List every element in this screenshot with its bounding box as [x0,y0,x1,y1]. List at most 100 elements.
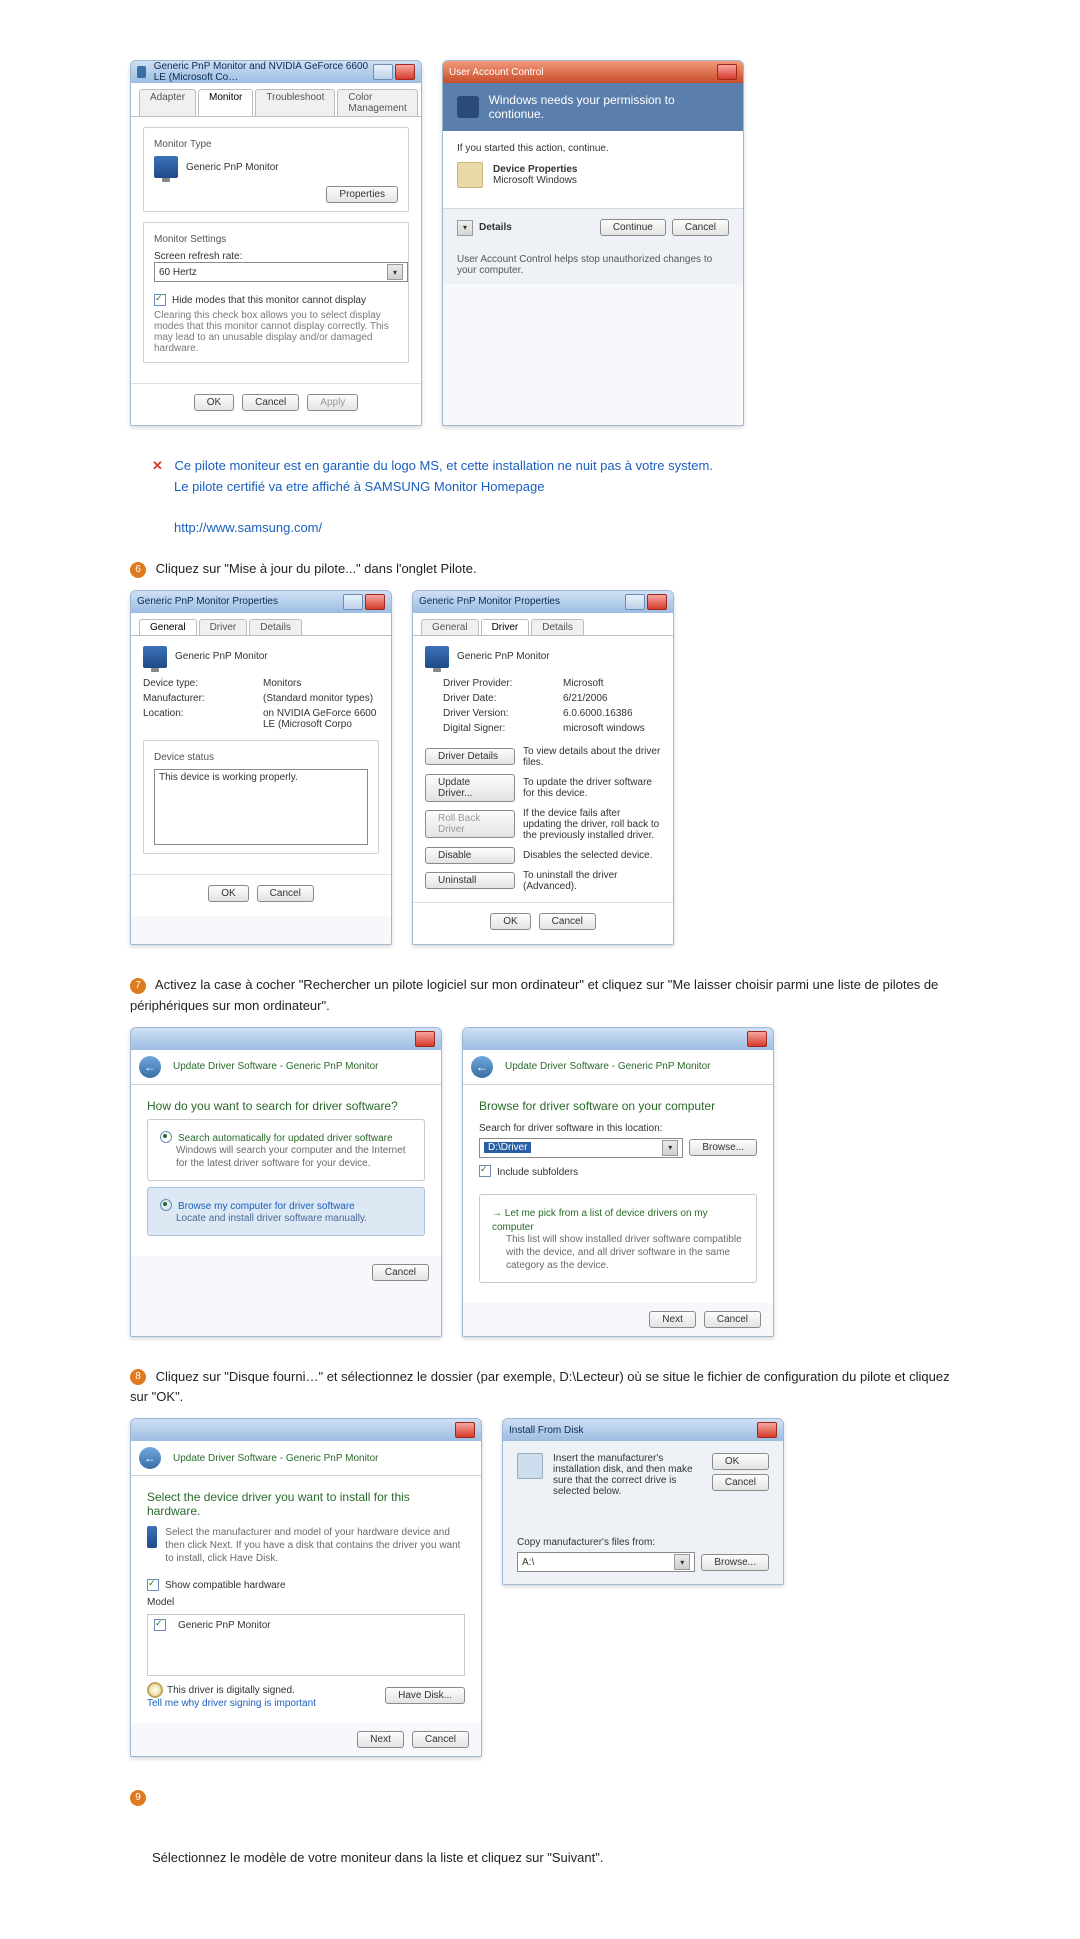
step-9-text: Sélectionnez le modèle de votre moniteur… [152,1848,950,1869]
step-9: 9 [130,1787,950,1808]
help-button[interactable] [373,64,393,80]
close-icon[interactable] [365,594,385,610]
model-list[interactable]: Generic PnP Monitor [147,1614,465,1676]
cancel-button[interactable]: Cancel [412,1731,469,1748]
cancel-button[interactable]: Cancel [372,1264,429,1281]
show-compatible-checkbox[interactable] [147,1579,159,1591]
monitor-icon [154,156,178,178]
next-button[interactable]: Next [649,1311,696,1328]
option-auto[interactable]: Search automatically for updated driver … [147,1119,425,1181]
update-driver-button[interactable]: Update Driver... [425,774,515,802]
help-button[interactable] [625,594,645,610]
model-item-check [154,1619,166,1631]
window-title: Install From Disk [509,1425,583,1436]
cancel-button[interactable]: Cancel [704,1311,761,1328]
rollback-driver-button[interactable]: Roll Back Driver [425,810,515,838]
close-icon[interactable] [717,64,737,80]
close-icon[interactable] [455,1422,475,1438]
hide-modes-checkbox[interactable] [154,294,166,306]
ok-button[interactable]: OK [712,1453,769,1470]
tab-general[interactable]: General [139,619,197,635]
refresh-rate-select[interactable]: 60 Hertz▾ [154,262,408,282]
pick-from-list[interactable]: → Let me pick from a list of device driv… [479,1194,757,1283]
help-button[interactable] [343,594,363,610]
pick-title: Let me pick from a list of device driver… [492,1208,708,1233]
monitor-settings-label: Monitor Settings [150,234,230,245]
close-icon[interactable] [757,1422,777,1438]
cancel-button[interactable]: Cancel [539,913,596,930]
device-name: Generic PnP Monitor [457,651,550,662]
back-icon[interactable]: ← [139,1447,161,1469]
tab-troubleshoot[interactable]: Troubleshoot [255,89,335,116]
program-name: Device Properties [493,164,578,175]
tab-driver[interactable]: Driver [199,619,248,635]
dialog-props-driver: Generic PnP Monitor Properties General D… [412,590,674,945]
tab-adapter[interactable]: Adapter [139,89,196,116]
type-label: Device type: [143,678,253,689]
close-icon[interactable] [395,64,415,80]
option-browse[interactable]: Browse my computer for driver software L… [147,1187,425,1236]
loc-label: Location: [143,708,253,730]
close-icon[interactable] [415,1031,435,1047]
ok-button[interactable]: OK [194,394,234,411]
include-subfolders-checkbox[interactable] [479,1165,491,1177]
tab-content: Monitor Type Generic PnP Monitor Propert… [131,116,421,383]
location-select[interactable]: D:\Driver▾ [479,1138,683,1158]
cancel-button[interactable]: Cancel [242,394,299,411]
have-disk-button[interactable]: Have Disk... [385,1687,465,1704]
signed-label: This driver is digitally signed. [167,1685,295,1696]
dialog-update-search: ← Update Driver Software - Generic PnP M… [130,1027,442,1337]
disable-desc: Disables the selected device. [523,850,661,861]
uninstall-desc: To uninstall the driver (Advanced). [523,870,661,892]
select-heading: Select the device driver you want to ins… [147,1490,465,1518]
window-title: Generic PnP Monitor and NVIDIA GeForce 6… [154,61,373,83]
uninstall-button[interactable]: Uninstall [425,872,515,889]
monitor-icon [425,646,449,668]
driver-details-button[interactable]: Driver Details [425,748,515,765]
step-7-text: Activez la case à cocher "Rechercher un … [130,977,938,1013]
details-label: Details [479,222,512,233]
apply-button[interactable]: Apply [307,394,358,411]
continue-button[interactable]: Continue [600,219,666,236]
cancel-button[interactable]: Cancel [672,219,729,236]
pick-desc: This list will show installed driver sof… [506,1233,744,1272]
browse-heading: Browse for driver software on your compu… [479,1099,757,1113]
status-label: Device status [150,752,218,763]
dialog-props-general: Generic PnP Monitor Properties General D… [130,590,392,945]
tab-monitor[interactable]: Monitor [198,89,253,116]
back-icon[interactable]: ← [471,1056,493,1078]
cancel-button[interactable]: Cancel [712,1474,769,1491]
browse-button[interactable]: Browse... [689,1139,757,1156]
back-icon[interactable]: ← [139,1056,161,1078]
cancel-button[interactable]: Cancel [257,885,314,902]
option-auto-desc: Windows will search your computer and th… [176,1144,412,1170]
tab-details[interactable]: Details [249,619,302,635]
date-label: Driver Date: [443,693,553,704]
close-icon[interactable] [647,594,667,610]
titlebar: Generic PnP Monitor and NVIDIA GeForce 6… [131,61,421,83]
x-icon: ✕ [152,458,163,473]
select-sub: Select the manufacturer and model of you… [165,1526,465,1565]
tab-details[interactable]: Details [531,619,584,635]
properties-button[interactable]: Properties [326,186,398,203]
close-icon[interactable] [747,1031,767,1047]
browse-button[interactable]: Browse... [701,1554,769,1571]
tab-general[interactable]: General [421,619,479,635]
next-button[interactable]: Next [357,1731,404,1748]
option-browse-desc: Locate and install driver software manua… [176,1212,412,1225]
tab-color[interactable]: Color Management [337,89,417,116]
option-auto-title: Search automatically for updated driver … [178,1133,393,1144]
monitor-type-value: Generic PnP Monitor [186,162,279,173]
disable-button[interactable]: Disable [425,847,515,864]
signing-link[interactable]: Tell me why driver signing is important [147,1698,316,1709]
tab-driver[interactable]: Driver [481,619,530,635]
copy-from-select[interactable]: A:\▾ [517,1552,695,1572]
samsung-url[interactable]: http://www.samsung.com/ [174,520,322,535]
ok-button[interactable]: OK [490,913,530,930]
expand-details-icon[interactable]: ▾ [457,220,473,236]
type-value: Monitors [263,678,379,689]
install-msg: Insert the manufacturer's installation d… [553,1453,702,1497]
dialog-install-from-disk: Install From Disk Insert the manufacture… [502,1418,784,1585]
ok-button[interactable]: OK [208,885,248,902]
step-number-icon: 9 [130,1790,146,1806]
